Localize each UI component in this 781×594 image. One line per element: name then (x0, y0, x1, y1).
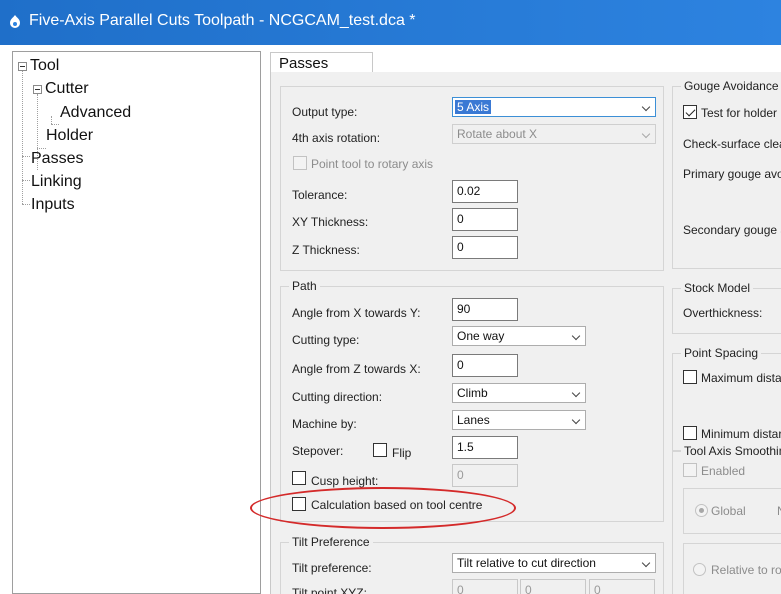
secondary-gouge-label: Secondary gouge a (683, 223, 781, 237)
output-type-label: Output type: (292, 105, 358, 119)
tree-item-advanced[interactable]: Advanced (60, 104, 131, 122)
test-holder-checkbox[interactable] (683, 105, 697, 119)
tree-item-cutter[interactable]: Cutter (45, 80, 89, 98)
stepover-label: Stepover: (292, 444, 344, 458)
tab-passes-label: Passes (279, 55, 329, 72)
angle-xy-label: Angle from X towards Y: (292, 306, 421, 320)
collapse-tool-icon[interactable] (18, 62, 27, 71)
chevron-down-icon (641, 102, 651, 112)
navigation-tree: Tool Cutter Advanced Holder Passes Linki… (12, 51, 261, 594)
angle-zx-input[interactable]: 0 (452, 354, 518, 377)
window-title: Five-Axis Parallel Cuts Toolpath - NCGCA… (29, 12, 416, 29)
chevron-down-icon (571, 388, 581, 398)
check-surface-label: Check-surface clear (683, 137, 781, 151)
chevron-down-icon (641, 129, 651, 139)
point-tool-checkbox (293, 156, 307, 170)
fourth-axis-label: 4th axis rotation: (292, 131, 381, 145)
angle-xy-input[interactable]: 90 (452, 298, 518, 321)
relative-rotary-radio (693, 563, 706, 576)
tilt-point-z-input: 0 (589, 579, 655, 594)
tilt-legend: Tilt Preference (289, 535, 373, 549)
tree-item-inputs[interactable]: Inputs (31, 196, 75, 214)
flip-label: Flip (392, 446, 412, 460)
cutting-direction-value: Climb (457, 386, 488, 400)
smoothing-enabled-checkbox (683, 463, 697, 477)
chevron-down-icon (641, 558, 651, 568)
machine-by-select[interactable]: Lanes (452, 410, 586, 430)
annotation-ellipse (250, 487, 516, 529)
xy-thickness-input[interactable]: 0 (452, 208, 518, 231)
tolerance-label: Tolerance: (292, 188, 348, 202)
cusp-height-label: Cusp height: (311, 474, 379, 488)
tilt-preference-value: Tilt relative to cut direction (457, 556, 596, 570)
output-type-select[interactable]: 5 Axis (452, 97, 656, 117)
tree-item-holder[interactable]: Holder (46, 127, 93, 145)
chevron-down-icon (571, 331, 581, 341)
global-radio (695, 504, 708, 517)
cusp-height-checkbox[interactable] (292, 471, 306, 485)
machine-by-label: Machine by: (292, 417, 357, 431)
tab-passes[interactable]: Passes (270, 52, 373, 73)
app-icon (10, 15, 20, 28)
overthickness-label: Overthickness: (683, 306, 763, 320)
primary-gouge-label: Primary gouge avo (683, 167, 781, 181)
tree-item-tool[interactable]: Tool (30, 57, 59, 75)
tolerance-input[interactable]: 0.02 (452, 180, 518, 203)
tilt-point-x-input: 0 (452, 579, 518, 594)
z-thickness-input[interactable]: 0 (452, 236, 518, 259)
relative-rotary-label: Relative to rot (711, 563, 781, 577)
stepover-input[interactable]: 1.5 (452, 436, 518, 459)
tilt-point-y-input: 0 (520, 579, 586, 594)
maximum-distance-checkbox[interactable] (683, 370, 697, 384)
cutting-type-value: One way (457, 329, 505, 343)
z-thickness-label: Z Thickness: (292, 243, 360, 257)
minimum-distance-label: Minimum distar (701, 427, 781, 441)
minimum-distance-checkbox[interactable] (683, 426, 697, 440)
stock-legend: Stock Model (681, 281, 754, 295)
cutting-type-select[interactable]: One way (452, 326, 586, 346)
fourth-axis-select: Rotate about X (452, 124, 656, 144)
angle-zx-label: Angle from Z towards X: (292, 362, 421, 376)
fourth-axis-value: Rotate about X (457, 127, 538, 141)
maximum-distance-label: Maximum distar (701, 371, 781, 385)
point-tool-label: Point tool to rotary axis (311, 157, 434, 171)
gouge-legend: Gouge Avoidance (681, 79, 781, 93)
path-legend: Path (289, 279, 320, 293)
smoothing-legend: Tool Axis Smoothin (681, 444, 781, 458)
xy-thickness-label: XY Thickness: (292, 215, 369, 229)
flip-checkbox[interactable] (373, 443, 387, 457)
test-holder-label: Test for holder (701, 106, 778, 120)
title-bar: Five-Axis Parallel Cuts Toolpath - NCGCA… (0, 0, 781, 45)
cutting-direction-select[interactable]: Climb (452, 383, 586, 403)
global-radio-label: Global (711, 504, 746, 518)
tilt-preference-label: Tilt preference: (292, 561, 372, 575)
machine-by-value: Lanes (457, 413, 490, 427)
smoothing-second-radio-label: N (777, 504, 781, 518)
tilt-point-label: Tilt point XYZ: (292, 586, 367, 594)
cutting-direction-label: Cutting direction: (292, 390, 383, 404)
tree-item-linking[interactable]: Linking (31, 173, 82, 191)
cusp-height-input: 0 (452, 464, 518, 487)
chevron-down-icon (571, 415, 581, 425)
spacing-legend: Point Spacing (681, 346, 762, 360)
tilt-preference-select[interactable]: Tilt relative to cut direction (452, 553, 656, 573)
output-type-value: 5 Axis (455, 100, 492, 114)
collapse-cutter-icon[interactable] (33, 85, 42, 94)
tree-item-passes[interactable]: Passes (31, 150, 83, 168)
cutting-type-label: Cutting type: (292, 333, 360, 347)
smoothing-enabled-label: Enabled (701, 464, 746, 478)
